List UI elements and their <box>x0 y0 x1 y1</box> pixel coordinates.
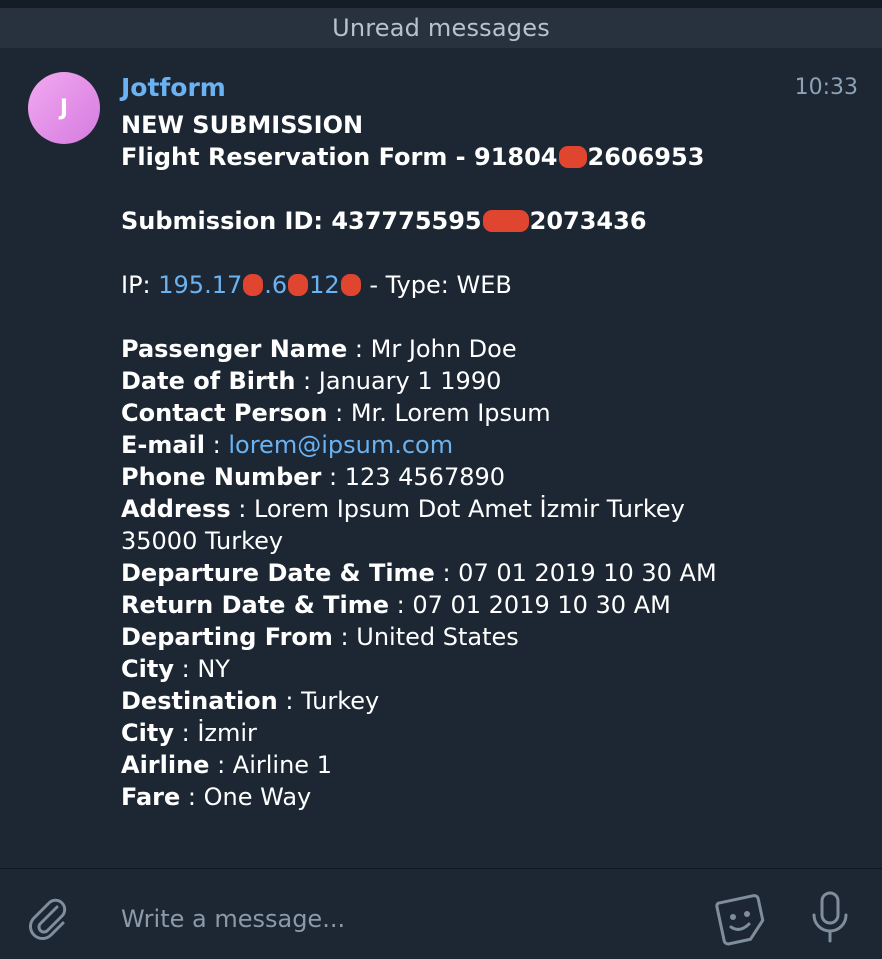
field-label: Departing From <box>121 623 333 651</box>
ip-line: IP: 195.17 .6 12 - Type: WEB <box>121 269 851 301</box>
field-email: E-mail : lorem@ipsum.com <box>121 429 851 461</box>
field-label: Destination <box>121 687 278 715</box>
field-separator: : <box>180 783 204 811</box>
message-body: NEW SUBMISSION Flight Reservation Form -… <box>121 109 851 813</box>
avatar-initial: J <box>59 95 69 121</box>
field-separator: : <box>388 591 413 619</box>
field-separator: : <box>434 559 459 587</box>
field-value: İzmir <box>197 719 257 747</box>
field-label: Address <box>121 495 231 523</box>
field-airline: Airline : Airline 1 <box>121 749 851 781</box>
submission-id-end: 2073436 <box>529 207 647 235</box>
message-input[interactable]: Write a message... <box>121 905 345 933</box>
message-composer: Write a message... <box>0 868 882 959</box>
field-separator: : <box>205 431 229 459</box>
field-label: Airline <box>121 751 210 779</box>
message-heading: NEW SUBMISSION <box>121 111 364 139</box>
field-separator: : <box>173 655 198 683</box>
unread-messages-banner: Unread messages <box>0 8 882 48</box>
field-city-origin: City : NY <box>121 653 851 685</box>
field-destination: Destination : Turkey <box>121 685 851 717</box>
paperclip-icon[interactable] <box>24 895 70 941</box>
field-label: E-mail <box>121 431 206 459</box>
sticker-icon[interactable] <box>712 891 768 947</box>
unread-messages-label: Unread messages <box>332 14 550 42</box>
ip-part: .6 <box>264 271 288 299</box>
field-value: NY <box>197 655 230 683</box>
field-value: 07 01 2019 10 30 AM <box>412 591 671 619</box>
submission-id: Submission ID: 437775595 2073436 <box>121 205 851 237</box>
sender-name[interactable]: Jotform <box>121 73 226 102</box>
field-value: 07 01 2019 10 30 AM <box>458 559 717 587</box>
field-separator: : <box>347 335 371 363</box>
redaction-mark <box>340 274 361 296</box>
field-phone-number: Phone Number : 123 4567890 <box>121 461 851 493</box>
field-value: 123 4567890 <box>344 463 506 491</box>
top-strip <box>0 0 882 8</box>
ip-part: 195.17 <box>158 271 243 299</box>
ip-part: 12 <box>309 271 340 299</box>
field-value: Mr John Doe <box>370 335 517 363</box>
field-label: City <box>121 655 174 683</box>
redaction-mark <box>288 274 309 296</box>
field-return-date-time: Return Date & Time : 07 01 2019 10 30 AM <box>121 589 851 621</box>
field-separator: : <box>332 623 357 651</box>
avatar[interactable]: J <box>28 72 100 144</box>
field-label: Phone Number <box>121 463 322 491</box>
field-value: Lorem Ipsum Dot Amet İzmir Turkey <box>253 495 685 523</box>
field-fare: Fare : One Way <box>121 781 851 813</box>
field-label: Return Date & Time <box>121 591 389 619</box>
redaction-mark <box>558 146 587 168</box>
field-value: Turkey <box>301 687 380 715</box>
field-label: Departure Date & Time <box>121 559 435 587</box>
field-label: Fare <box>121 783 181 811</box>
field-value: United States <box>356 623 519 651</box>
field-separator: : <box>230 495 254 523</box>
field-separator: : <box>295 367 319 395</box>
field-separator: : <box>327 399 351 427</box>
ip-link[interactable]: 195.17 .6 12 <box>158 271 361 299</box>
form-title-start: Flight Reservation Form - 91804 <box>121 143 558 171</box>
form-title: Flight Reservation Form - 91804 2606953 <box>121 141 851 173</box>
message-time: 10:33 <box>794 75 858 100</box>
field-date-of-birth: Date of Birth : January 1 1990 <box>121 365 851 397</box>
field-separator: : <box>209 751 233 779</box>
field-address-continuation: 35000 Turkey <box>121 527 284 555</box>
redaction-mark <box>243 274 264 296</box>
form-title-end: 2606953 <box>587 143 705 171</box>
field-city-destination: City : İzmir <box>121 717 851 749</box>
ip-label: IP: <box>121 271 159 299</box>
field-contact-person: Contact Person : Mr. Lorem Ipsum <box>121 397 851 429</box>
field-passenger-name: Passenger Name : Mr John Doe <box>121 333 851 365</box>
submission-id-start: 437775595 <box>331 207 482 235</box>
submission-id-label: Submission ID: <box>121 207 332 235</box>
field-label: Date of Birth <box>121 367 296 395</box>
field-separator: : <box>321 463 345 491</box>
email-link[interactable]: lorem@ipsum.com <box>228 431 453 459</box>
microphone-icon[interactable] <box>806 889 854 945</box>
field-departure-date-time: Departure Date & Time : 07 01 2019 10 30… <box>121 557 851 589</box>
field-separator: : <box>277 687 302 715</box>
field-value: Airline 1 <box>232 751 332 779</box>
field-value: Mr. Lorem Ipsum <box>350 399 551 427</box>
field-value: January 1 1990 <box>318 367 502 395</box>
field-separator: : <box>173 719 198 747</box>
field-label: Passenger Name <box>121 335 348 363</box>
field-label: Contact Person <box>121 399 328 427</box>
redaction-mark <box>482 210 529 232</box>
field-address: Address : Lorem Ipsum Dot Amet İzmir Tur… <box>121 493 851 525</box>
field-value: One Way <box>203 783 312 811</box>
ip-type: - Type: WEB <box>361 271 512 299</box>
field-label: City <box>121 719 174 747</box>
field-departing-from: Departing From : United States <box>121 621 851 653</box>
